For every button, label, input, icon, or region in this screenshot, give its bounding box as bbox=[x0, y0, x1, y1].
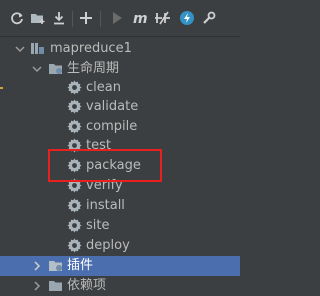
gear-icon bbox=[67, 238, 82, 253]
toolbar-separator bbox=[72, 11, 73, 27]
lightning-icon[interactable] bbox=[178, 9, 196, 27]
run-icon[interactable] bbox=[108, 9, 126, 27]
lifecycle-label: 生命周期 bbox=[67, 61, 120, 76]
download-icon[interactable] bbox=[50, 9, 68, 27]
phase-row-site[interactable]: site bbox=[0, 216, 240, 236]
gear-icon bbox=[67, 218, 82, 233]
add-maven-project-icon[interactable] bbox=[29, 9, 47, 27]
chevron-down-icon[interactable] bbox=[14, 43, 26, 55]
chevron-right-icon[interactable] bbox=[31, 280, 43, 292]
chevron-down-icon[interactable] bbox=[31, 63, 43, 75]
gear-icon bbox=[67, 119, 82, 134]
phase-row-deploy[interactable]: deploy bbox=[0, 236, 240, 256]
tree-row-lifecycle[interactable]: 生命周期 bbox=[0, 59, 240, 79]
tree-row-project[interactable]: mapreduce1 bbox=[0, 39, 240, 59]
chevron-right-icon[interactable] bbox=[31, 260, 43, 272]
gear-icon bbox=[67, 99, 82, 114]
phase-label: compile bbox=[86, 119, 138, 134]
phase-row-compile[interactable]: compile bbox=[0, 117, 240, 137]
toolbar-separator bbox=[100, 11, 101, 27]
phase-label: site bbox=[86, 218, 110, 233]
skip-tests-icon[interactable] bbox=[154, 9, 172, 27]
phase-row-install[interactable]: install bbox=[0, 196, 240, 216]
phase-label: install bbox=[86, 198, 125, 213]
plugins-label: 插件 bbox=[67, 258, 94, 273]
gear-icon bbox=[67, 198, 82, 213]
plugins-folder-icon bbox=[49, 261, 62, 271]
maven-toolbar: m bbox=[0, 0, 240, 37]
svg-text:m: m bbox=[133, 11, 148, 25]
phase-label: clean bbox=[86, 80, 121, 95]
tree-row-plugins[interactable]: 插件 bbox=[0, 256, 240, 276]
settings-icon[interactable] bbox=[200, 9, 218, 27]
plus-icon[interactable] bbox=[77, 9, 95, 27]
tree-row-dependencies[interactable]: 依赖项 bbox=[0, 276, 240, 296]
phase-label: deploy bbox=[86, 238, 130, 253]
phase-label: validate bbox=[86, 99, 139, 114]
annotation-highlight-box bbox=[48, 149, 162, 182]
gear-icon bbox=[67, 80, 82, 95]
dependencies-label: 依赖项 bbox=[67, 278, 107, 293]
refresh-icon[interactable] bbox=[8, 9, 26, 27]
project-name: mapreduce1 bbox=[50, 41, 132, 56]
maven-project-icon bbox=[31, 43, 44, 54]
phase-row-clean[interactable]: clean bbox=[0, 78, 240, 98]
maven-goal-icon[interactable]: m bbox=[131, 9, 149, 27]
dependencies-folder-icon bbox=[49, 281, 62, 291]
phase-row-validate[interactable]: validate bbox=[0, 97, 240, 117]
lifecycle-folder-icon bbox=[49, 64, 62, 74]
